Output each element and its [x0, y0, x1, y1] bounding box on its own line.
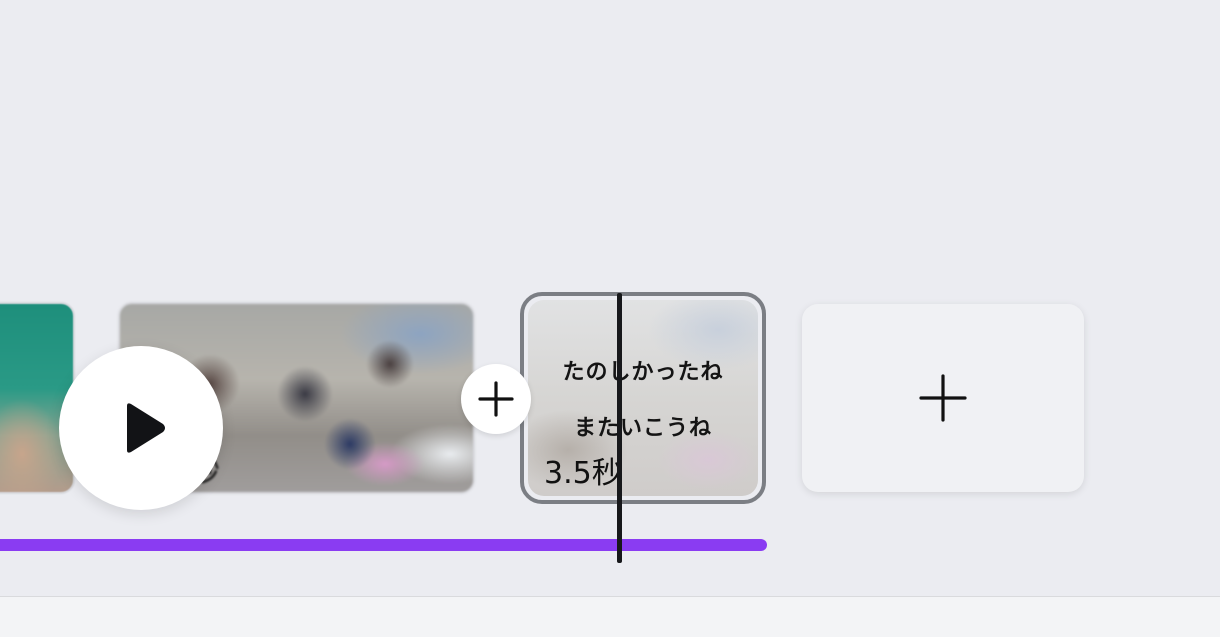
playback-progress-fill [0, 539, 767, 551]
plus-icon [478, 381, 514, 417]
play-icon [127, 403, 165, 453]
playhead[interactable] [617, 293, 622, 563]
caption-line-1: たのしかったね [562, 360, 724, 385]
plus-icon [919, 374, 967, 422]
add-clip-button[interactable] [802, 304, 1084, 492]
caption-line-2: またいこうね [573, 416, 712, 441]
video-timeline: 秒 たのしかったね またいこうね 3.5秒 [0, 0, 1220, 637]
timeline-clip-3-selected[interactable]: たのしかったね またいこうね 3.5秒 [520, 292, 766, 504]
clip-duration-label: 3.5秒 [544, 456, 622, 491]
bottom-panel [0, 596, 1220, 637]
playback-progress-bar[interactable] [0, 539, 768, 551]
clip-thumbnail: たのしかったね またいこうね 3.5秒 [528, 300, 758, 496]
play-button[interactable] [59, 346, 223, 510]
insert-transition-button[interactable] [461, 364, 531, 434]
